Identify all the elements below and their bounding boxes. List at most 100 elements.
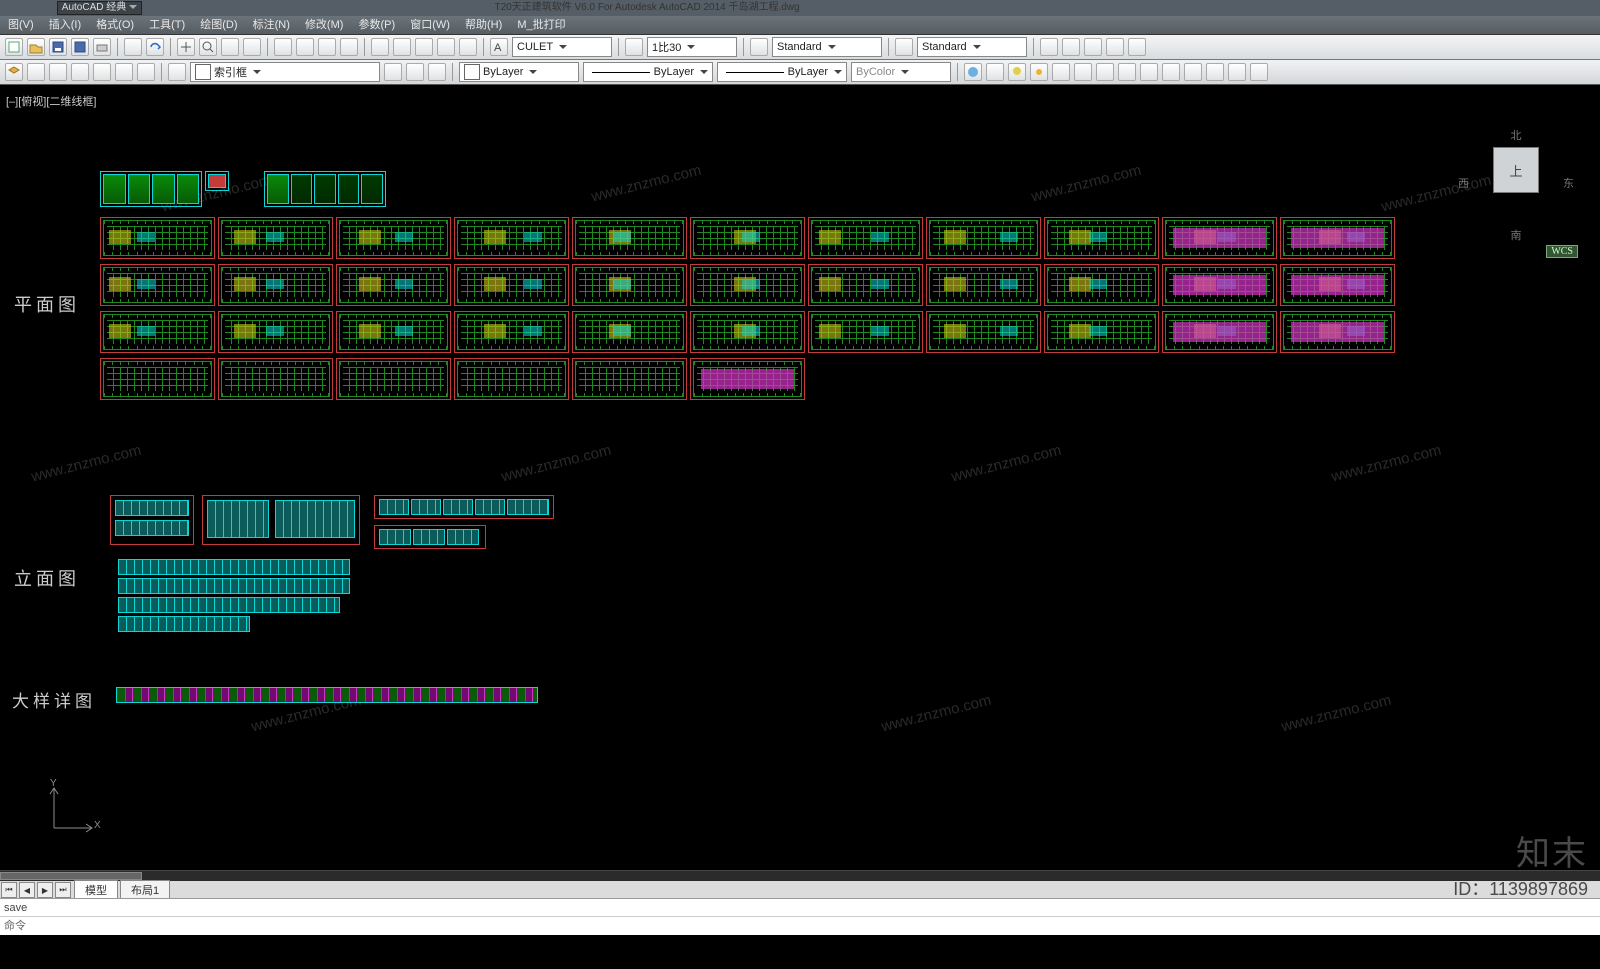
light-3-icon[interactable] — [1140, 63, 1158, 81]
view-cube[interactable]: 北 南 西 东 上 WCS — [1456, 125, 1576, 245]
elev-sheet — [374, 525, 486, 549]
layer-on-icon[interactable] — [137, 63, 155, 81]
erase-icon[interactable] — [371, 38, 389, 56]
dimstyle-mgr-icon[interactable] — [750, 38, 768, 56]
menu-param[interactable]: 参数(P) — [353, 16, 402, 34]
layer-iso-icon[interactable] — [71, 63, 89, 81]
plan-sheet — [336, 358, 451, 400]
menu-tools[interactable]: 工具(T) — [143, 16, 191, 34]
color-combo[interactable]: ByLayer — [459, 62, 579, 82]
match-props-icon[interactable] — [340, 38, 358, 56]
copy-icon[interactable] — [296, 38, 314, 56]
paste-icon[interactable] — [318, 38, 336, 56]
ucs-icon: Y X — [40, 782, 100, 845]
menu-view[interactable]: 图(V) — [2, 16, 40, 34]
undo-icon[interactable] — [124, 38, 142, 56]
pan-icon[interactable] — [177, 38, 195, 56]
layer-combo[interactable]: 索引框 — [190, 62, 380, 82]
tab-model[interactable]: 模型 — [74, 880, 118, 900]
layer-freeze-icon[interactable] — [93, 63, 111, 81]
bulb-icon[interactable] — [1008, 63, 1026, 81]
plan-sheet — [1044, 311, 1159, 353]
dim-style-icon[interactable] — [625, 38, 643, 56]
light-7-icon[interactable] — [1228, 63, 1246, 81]
layer-states-icon[interactable] — [27, 63, 45, 81]
zoom-extents-icon[interactable] — [221, 38, 239, 56]
watermark: www.znzmo.com — [950, 442, 1063, 486]
zoom-window-icon[interactable] — [199, 38, 217, 56]
tab-first-icon[interactable]: ⏮ — [1, 882, 17, 898]
array-icon[interactable] — [459, 38, 477, 56]
vp-config-icon[interactable] — [1128, 38, 1146, 56]
tab-next-icon[interactable]: ▶ — [37, 882, 53, 898]
textstyle-combo[interactable]: CULET — [512, 37, 612, 57]
tab-last-icon[interactable]: ⏭ — [55, 882, 71, 898]
layer-match-icon[interactable] — [428, 63, 446, 81]
render-icon[interactable] — [964, 63, 982, 81]
tab-prev-icon[interactable]: ◀ — [19, 882, 35, 898]
plan-sheet — [100, 358, 215, 400]
plot-icon[interactable] — [93, 38, 111, 56]
text-style-icon[interactable]: A — [490, 38, 508, 56]
vp-four-icon[interactable] — [1106, 38, 1124, 56]
dimstyle-combo[interactable]: Standard — [772, 37, 882, 57]
linetype-combo[interactable]: ByLayer — [583, 62, 713, 82]
table-style-icon[interactable] — [895, 38, 913, 56]
make-current-icon[interactable] — [384, 63, 402, 81]
layer-prev-icon[interactable] — [49, 63, 67, 81]
menu-help[interactable]: 帮助(H) — [459, 16, 508, 34]
zoom-previous-icon[interactable] — [243, 38, 261, 56]
horizontal-scrollbar[interactable] — [0, 870, 1600, 881]
vp-two-icon[interactable] — [1062, 38, 1080, 56]
menu-window[interactable]: 窗口(W) — [404, 16, 456, 34]
plan-sheet — [100, 217, 215, 259]
open-icon[interactable] — [27, 38, 45, 56]
layer-filter-icon[interactable] — [168, 63, 186, 81]
view-cube-face[interactable]: 上 — [1493, 147, 1539, 193]
menu-batchplot[interactable]: M_批打印 — [511, 16, 571, 34]
saveas-icon[interactable] — [71, 38, 89, 56]
light-2-icon[interactable] — [1118, 63, 1136, 81]
dimscale-combo[interactable]: 1比30 — [647, 37, 737, 57]
vp-three-icon[interactable] — [1084, 38, 1102, 56]
light-6-icon[interactable] — [1206, 63, 1224, 81]
viewport-label[interactable]: [–][俯视][二维线框] — [6, 93, 96, 109]
elevation-row — [118, 597, 340, 613]
cut-icon[interactable] — [274, 38, 292, 56]
light-8-icon[interactable] — [1250, 63, 1268, 81]
layer-walk-icon[interactable] — [406, 63, 424, 81]
offset-icon[interactable] — [437, 38, 455, 56]
vp-single-icon[interactable] — [1040, 38, 1058, 56]
save-icon[interactable] — [49, 38, 67, 56]
visualstyle-icon[interactable] — [986, 63, 1004, 81]
light-5-icon[interactable] — [1184, 63, 1202, 81]
menu-format[interactable]: 格式(O) — [90, 16, 140, 34]
layer-off-icon[interactable] — [115, 63, 133, 81]
menu-insert[interactable]: 插入(I) — [43, 16, 87, 34]
workspace-switcher[interactable]: AutoCAD 经典 — [57, 1, 142, 15]
menu-dim[interactable]: 标注(N) — [247, 16, 296, 34]
tablestyle-combo[interactable]: Standard — [917, 37, 1027, 57]
plan-sheet — [690, 358, 805, 400]
menu-draw[interactable]: 绘图(D) — [194, 16, 243, 34]
plan-sheet — [454, 217, 569, 259]
new-icon[interactable] — [5, 38, 23, 56]
light-4-icon[interactable] — [1162, 63, 1180, 81]
freeze-icon[interactable] — [1052, 63, 1070, 81]
plotstyle-combo[interactable]: ByColor — [851, 62, 951, 82]
copy2-icon[interactable] — [393, 38, 411, 56]
plan-sheet — [1044, 217, 1159, 259]
wcs-badge[interactable]: WCS — [1546, 245, 1578, 258]
mirror-icon[interactable] — [415, 38, 433, 56]
layer-manager-icon[interactable] — [5, 63, 23, 81]
command-input[interactable]: 命令 — [0, 916, 1600, 935]
model-viewport[interactable]: [–][俯视][二维线框] www.znzmo.com www.znzmo.co… — [0, 85, 1600, 935]
lock-icon[interactable] — [1074, 63, 1092, 81]
sun-icon[interactable] — [1030, 63, 1048, 81]
redo-icon[interactable] — [146, 38, 164, 56]
tab-layout1[interactable]: 布局1 — [120, 880, 170, 900]
light-1-icon[interactable] — [1096, 63, 1114, 81]
lineweight-combo[interactable]: ByLayer — [717, 62, 847, 82]
plan-sheet — [808, 311, 923, 353]
menu-modify[interactable]: 修改(M) — [299, 16, 350, 34]
